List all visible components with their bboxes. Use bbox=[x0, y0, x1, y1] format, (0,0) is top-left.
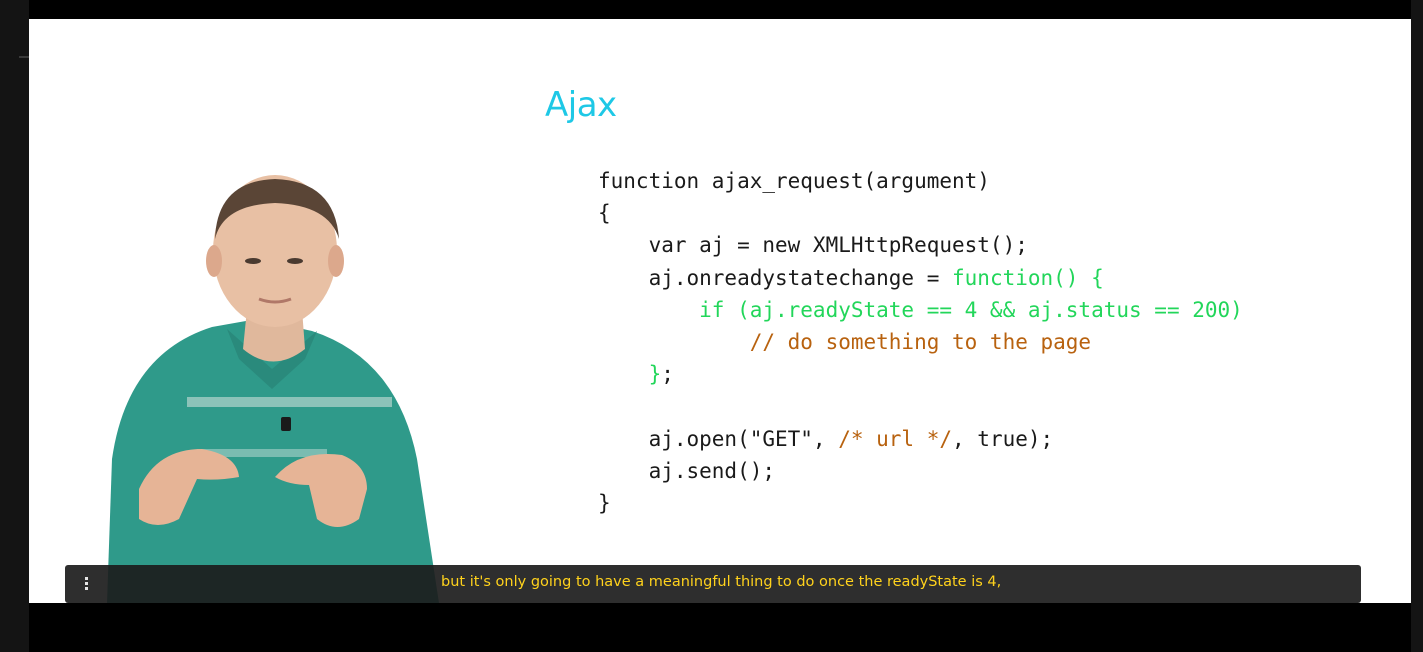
presenter-eye-right bbox=[287, 258, 303, 264]
code-line: }; bbox=[598, 358, 1243, 390]
code-block: function ajax_request(argument) { var aj … bbox=[598, 165, 1243, 519]
code-token: ; bbox=[661, 362, 674, 387]
presenter-ear-right bbox=[328, 245, 344, 277]
code-token: } bbox=[598, 362, 662, 387]
code-line: { bbox=[598, 197, 1243, 229]
code-line: if (aj.readyState == 4 && aj.status == 2… bbox=[598, 294, 1243, 326]
code-token: var aj = new XMLHttpRequest(); bbox=[598, 233, 1028, 258]
player-bottom-bar bbox=[29, 603, 1411, 652]
code-line: aj.send(); bbox=[598, 455, 1243, 487]
code-line: } bbox=[598, 487, 1243, 519]
code-line: aj.open("GET", /* url */, true); bbox=[598, 423, 1243, 455]
lapel-mic bbox=[281, 417, 291, 431]
presenter-video bbox=[107, 175, 439, 603]
window-right-edge bbox=[1411, 0, 1423, 652]
code-token: aj.onreadystatechange = bbox=[598, 265, 953, 290]
code-token: function ajax_request(argument) bbox=[598, 169, 990, 193]
caption-bar: but it's only going to have a meaningful… bbox=[65, 565, 1361, 603]
caption-text: but it's only going to have a meaningful… bbox=[441, 574, 1002, 590]
code-token: aj.send(); bbox=[598, 458, 776, 483]
code-token: // do something to the page bbox=[598, 329, 1092, 354]
code-token: aj.open("GET", bbox=[598, 426, 839, 451]
code-line: // do something to the page bbox=[598, 326, 1243, 358]
presenter-shirt bbox=[107, 319, 439, 603]
code-token: , true); bbox=[952, 426, 1054, 451]
code-line: function ajax_request(argument) bbox=[598, 165, 1243, 197]
code-token: if (aj.readyState == 4 && aj.status == 2… bbox=[598, 297, 1243, 322]
code-token: /* url */ bbox=[838, 426, 953, 451]
code-token: } bbox=[598, 490, 611, 515]
slide-title: Ajax bbox=[545, 85, 617, 125]
presenter-eye-left bbox=[245, 258, 261, 264]
shirt-stripe bbox=[187, 397, 392, 407]
presenter-ear-left bbox=[206, 245, 222, 277]
code-line: var aj = new XMLHttpRequest(); bbox=[598, 229, 1243, 261]
window-left-edge bbox=[0, 0, 29, 652]
code-token: function() { bbox=[952, 265, 1104, 290]
code-line: aj.onreadystatechange = function() { bbox=[598, 262, 1243, 294]
video-player[interactable]: Ajax function ajax_request(argument) { va… bbox=[29, 19, 1411, 603]
code-token: { bbox=[598, 201, 611, 226]
